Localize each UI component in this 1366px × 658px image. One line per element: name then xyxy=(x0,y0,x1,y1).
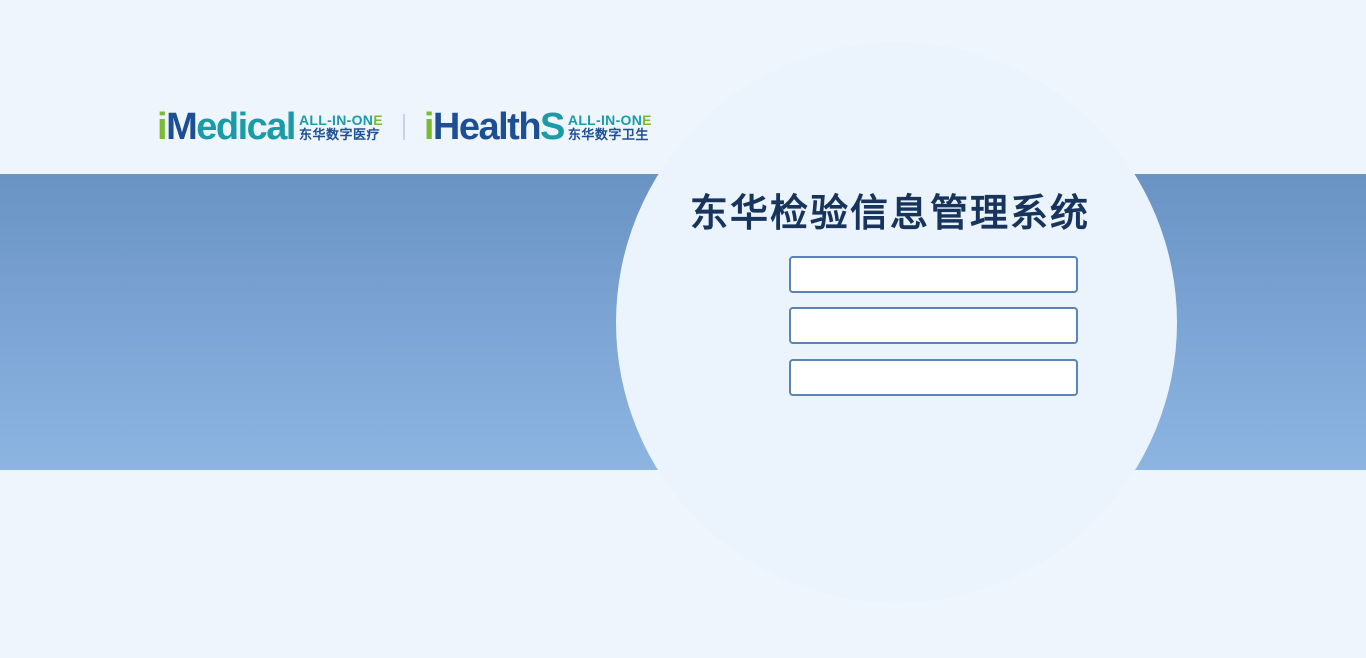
logo-divider xyxy=(402,114,405,140)
ihealths-tagline-cn: 东华数字卫生 xyxy=(567,127,649,143)
login-field-1[interactable] xyxy=(789,256,1078,293)
ihealths-wordmark-rest: Health xyxy=(432,106,542,148)
imedical-wordmark-rest: edical xyxy=(196,106,296,148)
imedical-wordmark: iMedical xyxy=(157,106,296,148)
imedical-wordmark-m: M xyxy=(166,106,198,148)
login-field-3[interactable] xyxy=(789,359,1078,396)
ihealths-logo: iHealthS ALL-IN-ONE 东华数字卫生 xyxy=(424,108,652,146)
imedical-tagline-en-main: ALL-IN-ON xyxy=(298,111,374,128)
imedical-tagline: ALL-IN-ONE 东华数字医疗 xyxy=(299,113,383,142)
imedical-tagline-cn: 东华数字医疗 xyxy=(298,127,380,143)
ihealths-tagline-en-main: ALL-IN-ON xyxy=(567,111,643,128)
ihealths-tagline-en: ALL-IN-ONE xyxy=(568,113,652,127)
ihealths-tagline: ALL-IN-ONE 东华数字卫生 xyxy=(568,113,652,142)
app-title: 东华检验信息管理系统 xyxy=(690,191,1091,235)
imedical-wordmark-i: i xyxy=(157,106,168,148)
ihealths-tagline-en-last: E xyxy=(642,111,652,128)
imedical-logo: iMedical ALL-IN-ONE 东华数字医疗 xyxy=(157,108,383,146)
imedical-tagline-en: ALL-IN-ONE xyxy=(299,113,383,127)
ihealths-wordmark: iHealthS xyxy=(423,106,566,148)
login-field-2[interactable] xyxy=(789,307,1078,344)
ihealths-wordmark-s: S xyxy=(540,106,565,148)
ihealths-wordmark-i: i xyxy=(423,106,435,148)
imedical-tagline-en-last: E xyxy=(373,111,383,128)
logo-bar: iMedical ALL-IN-ONE 东华数字医疗 iHealthS ALL-… xyxy=(157,108,652,146)
